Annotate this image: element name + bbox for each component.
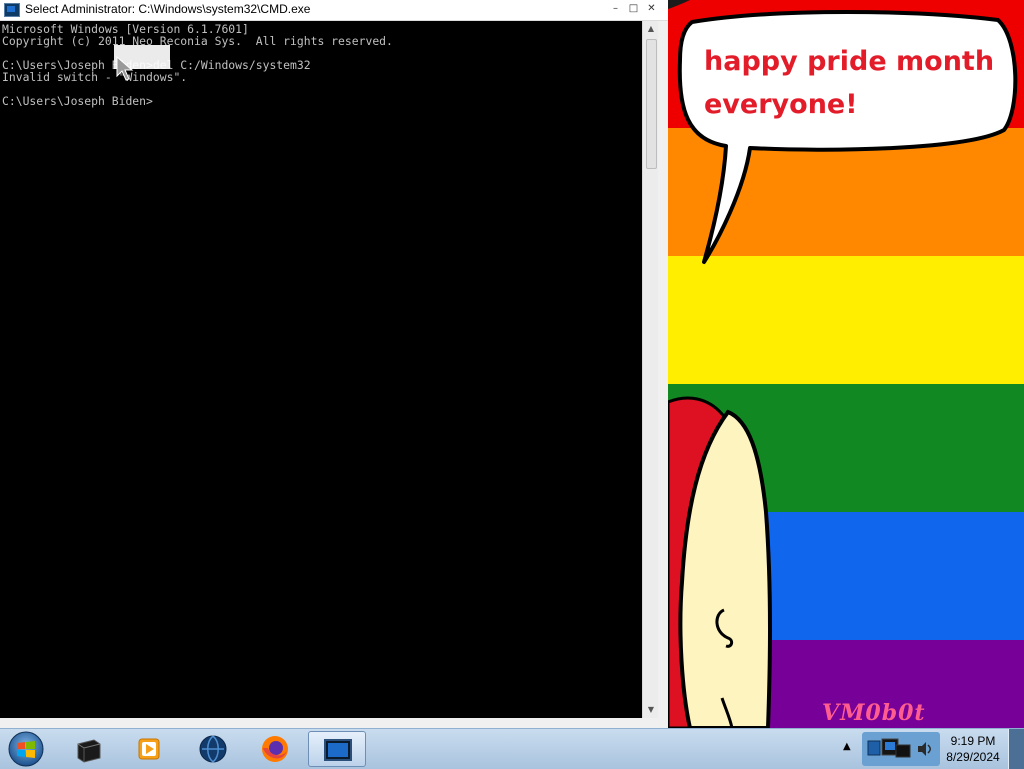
notification-area[interactable] <box>862 732 940 766</box>
console-prompt-line: C:\Users\Joseph Biden> <box>2 94 153 108</box>
show-hidden-icons-button[interactable]: ▲ <box>843 741 851 752</box>
taskbar-item-cmd[interactable] <box>308 731 366 767</box>
taskbar-item-media-player[interactable] <box>120 731 178 767</box>
speech-line-2: everyone! <box>704 89 858 120</box>
tray-icon-group <box>867 738 931 758</box>
cmd-window[interactable]: Select Administrator: C:\Windows\system3… <box>0 0 668 728</box>
minimize-button[interactable]: – <box>608 2 623 16</box>
scroll-down-arrow-icon[interactable]: ▼ <box>643 702 659 718</box>
scroll-up-arrow-icon[interactable]: ▲ <box>643 21 659 37</box>
cartoon-figure <box>668 396 772 728</box>
taskbar-item-firefox[interactable] <box>246 731 304 767</box>
speech-line-1: happy pride month <box>704 46 995 77</box>
network-icon <box>867 738 911 758</box>
clock-time: 9:19 PM <box>950 734 996 748</box>
windows-logo-icon[interactable] <box>6 731 46 767</box>
console-line: Invalid switch - "Windows". <box>2 70 188 84</box>
window-border-right <box>658 21 668 718</box>
volume-icon <box>918 742 931 756</box>
speech-bubble-text: happy pride month everyone! <box>704 40 1004 126</box>
show-desktop-button[interactable] <box>1008 729 1024 769</box>
vertical-scrollbar[interactable]: ▲ ▼ <box>642 21 659 718</box>
globe-browser-icon <box>199 735 227 763</box>
console-output[interactable]: Microsoft Windows [Version 6.1.7601] Cop… <box>0 21 642 718</box>
window-titlebar[interactable]: Select Administrator: C:\Windows\system3… <box>0 0 668 21</box>
firefox-icon <box>262 736 288 762</box>
scrollbar-thumb[interactable] <box>646 39 657 169</box>
close-button[interactable]: ✕ <box>644 2 659 16</box>
cmd-icon <box>324 739 352 761</box>
maximize-button[interactable]: □ <box>626 2 641 16</box>
watermark-text: VM0b0t <box>822 700 926 726</box>
taskbar: ▲ 9:19 PM 8/29/2024 <box>0 728 1024 769</box>
console-text[interactable]: Microsoft Windows [Version 6.1.7601] Cop… <box>0 21 642 107</box>
console-line: Copyright (c) 2011 Neo Reconia Sys. All … <box>2 34 393 48</box>
computer-icon <box>77 739 101 763</box>
taskbar-item-computer[interactable] <box>60 731 118 767</box>
taskbar-item-browser[interactable] <box>184 731 242 767</box>
system-clock[interactable]: 9:19 PM 8/29/2024 <box>944 733 1002 765</box>
mouse-cursor-icon <box>116 56 134 81</box>
window-title: Select Administrator: C:\Windows\system3… <box>25 2 311 16</box>
clock-date: 8/29/2024 <box>946 750 1000 764</box>
cmd-window-icon[interactable] <box>4 3 20 17</box>
window-border-bottom <box>0 718 668 728</box>
media-player-icon <box>138 738 160 760</box>
